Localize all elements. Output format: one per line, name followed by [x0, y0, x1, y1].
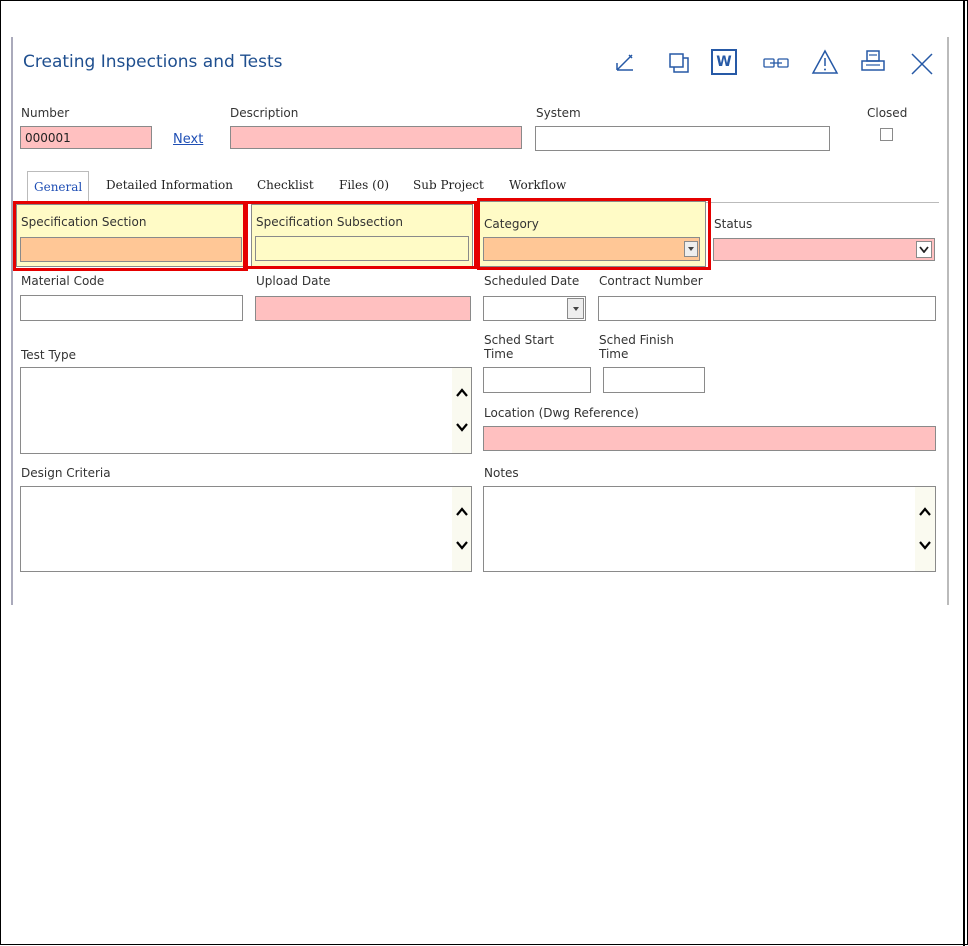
tab-general-label: General — [34, 180, 83, 194]
material-code-field[interactable] — [20, 295, 243, 321]
tab-detailed-information[interactable]: Detailed Information — [106, 178, 233, 192]
upload-date-field[interactable] — [255, 296, 471, 321]
design-criteria-scroll-down-icon[interactable] — [455, 539, 469, 553]
test-type-label: Test Type — [21, 348, 77, 362]
notes-scroll-up-icon[interactable] — [918, 506, 932, 520]
number-label: Number — [21, 106, 70, 120]
window-right-edge — [947, 37, 949, 605]
annotation-box-category — [477, 198, 711, 270]
tab-sub-project[interactable]: Sub Project — [413, 178, 484, 192]
test-type-scrollbar[interactable] — [452, 368, 471, 453]
scheduled-date-dropdown-button[interactable] — [567, 298, 584, 319]
notes-textarea[interactable] — [483, 486, 936, 572]
sched-finish-label-line2: Time — [599, 347, 629, 361]
link-icon[interactable] — [761, 53, 791, 73]
status-select[interactable] — [713, 238, 935, 261]
next-link[interactable]: Next — [173, 132, 203, 147]
sched-finish-time-field[interactable] — [603, 367, 705, 393]
system-field[interactable] — [535, 126, 830, 151]
description-label: Description — [230, 106, 299, 120]
design-criteria-scroll-up-icon[interactable] — [455, 506, 469, 520]
sched-finish-label-line1: Sched Finish — [599, 333, 674, 347]
upload-date-label: Upload Date — [256, 274, 331, 288]
test-type-scroll-up-icon[interactable] — [455, 387, 469, 401]
test-type-textarea[interactable] — [20, 367, 472, 454]
notes-scrollbar[interactable] — [915, 487, 935, 571]
sched-start-label-line1: Sched Start — [484, 333, 554, 347]
status-label: Status — [714, 217, 753, 231]
warning-icon[interactable] — [811, 49, 839, 75]
close-icon[interactable] — [909, 51, 935, 77]
notes-label: Notes — [484, 466, 519, 480]
material-code-label: Material Code — [21, 274, 105, 288]
print-icon[interactable] — [859, 49, 887, 75]
contract-number-label: Contract Number — [599, 274, 703, 288]
window-title: Creating Inspections and Tests — [23, 52, 283, 72]
tab-checklist[interactable]: Checklist — [257, 178, 314, 192]
word-icon[interactable]: W — [711, 49, 737, 75]
tab-files[interactable]: Files (0) — [339, 178, 389, 192]
notes-scroll-down-icon[interactable] — [918, 539, 932, 553]
number-value: 000001 — [25, 131, 71, 145]
design-criteria-label: Design Criteria — [21, 466, 111, 480]
description-field[interactable] — [230, 126, 522, 149]
contract-number-field[interactable] — [598, 296, 936, 321]
test-type-scroll-down-icon[interactable] — [455, 421, 469, 435]
word-icon-label: W — [716, 54, 732, 70]
annotation-box-spec-subsection — [243, 201, 477, 269]
window-left-edge — [11, 37, 13, 605]
annotation-box-spec-section — [13, 201, 248, 271]
location-label: Location (Dwg Reference) — [484, 406, 639, 420]
number-field[interactable]: 000001 — [20, 126, 152, 149]
sched-start-time-field[interactable] — [483, 367, 591, 393]
tab-workflow[interactable]: Workflow — [509, 178, 566, 192]
edit-icon[interactable] — [613, 51, 637, 75]
system-label: System — [536, 106, 581, 120]
design-criteria-scrollbar[interactable] — [452, 487, 471, 571]
design-criteria-textarea[interactable] — [20, 486, 472, 572]
copy-icon[interactable] — [667, 51, 691, 75]
sched-start-label-line2: Time — [484, 347, 514, 361]
status-dropdown-button[interactable] — [916, 241, 932, 258]
outer-right-border — [963, 1, 965, 946]
location-field[interactable] — [483, 426, 936, 451]
scheduled-date-label: Scheduled Date — [484, 274, 580, 288]
closed-checkbox[interactable] — [880, 128, 893, 141]
closed-label: Closed — [867, 106, 908, 120]
